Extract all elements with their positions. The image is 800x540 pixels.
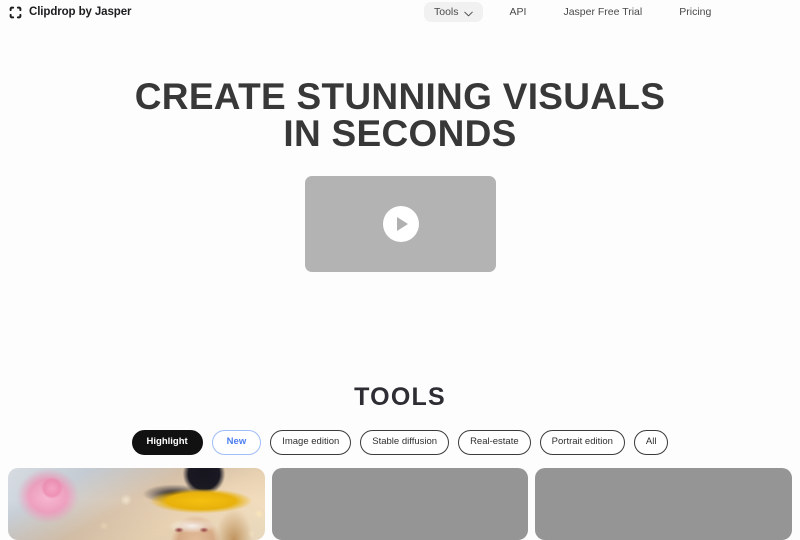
brand-logo-link[interactable]: Clipdrop by Jasper: [8, 5, 131, 20]
play-triangle-icon: [397, 217, 408, 231]
tool-card-grid: [8, 468, 793, 540]
crop-frame-icon: [8, 5, 23, 20]
nav-item-api-label: API: [509, 5, 527, 18]
tool-card[interactable]: [535, 468, 793, 540]
filter-pill-stable-diffusion[interactable]: Stable diffusion: [360, 430, 450, 455]
clipdrop-landing-page: Clipdrop by Jasper Tools API Jasper Free…: [0, 0, 800, 540]
tool-card[interactable]: [8, 468, 265, 540]
filter-pill-all[interactable]: All: [633, 430, 669, 455]
filter-pill-real-estate[interactable]: Real-estate: [458, 430, 531, 455]
hero-headline-line-1: CREATE STUNNING VISUALS: [134, 76, 666, 117]
hero-video-player[interactable]: [305, 176, 496, 272]
site-header: Clipdrop by Jasper Tools API Jasper Free…: [0, 0, 800, 24]
nav-item-jasper-free-trial[interactable]: Jasper Free Trial: [553, 2, 652, 23]
nav-item-tools-label: Tools: [434, 5, 459, 18]
hero-headline: CREATE STUNNING VISUALS IN SECONDS: [0, 78, 800, 152]
tools-section-heading: TOOLS: [354, 383, 446, 411]
nav-item-jasper-free-trial-label: Jasper Free Trial: [563, 5, 643, 18]
nav-item-api[interactable]: API: [500, 2, 537, 23]
tools-filter-bar: Highlight New Image edition Stable diffu…: [0, 430, 800, 455]
filter-pill-new[interactable]: New: [211, 430, 262, 455]
play-button[interactable]: [382, 206, 419, 242]
nav-item-tools[interactable]: Tools: [424, 1, 483, 23]
nav-item-pricing[interactable]: Pricing: [669, 2, 721, 23]
filter-pill-image-edition[interactable]: Image edition: [270, 430, 352, 455]
filter-pill-portrait-edition[interactable]: Portrait edition: [539, 430, 625, 455]
main-navigation: Tools API Jasper Free Trial Pricing: [424, 0, 721, 24]
tool-card[interactable]: [271, 468, 529, 540]
nav-item-pricing-label: Pricing: [679, 5, 712, 18]
filter-pill-highlight[interactable]: Highlight: [131, 430, 203, 455]
hero-headline-line-2: IN SECONDS: [283, 113, 517, 154]
brand-name: Clipdrop by Jasper: [29, 6, 132, 18]
chevron-down-icon: [463, 9, 473, 17]
